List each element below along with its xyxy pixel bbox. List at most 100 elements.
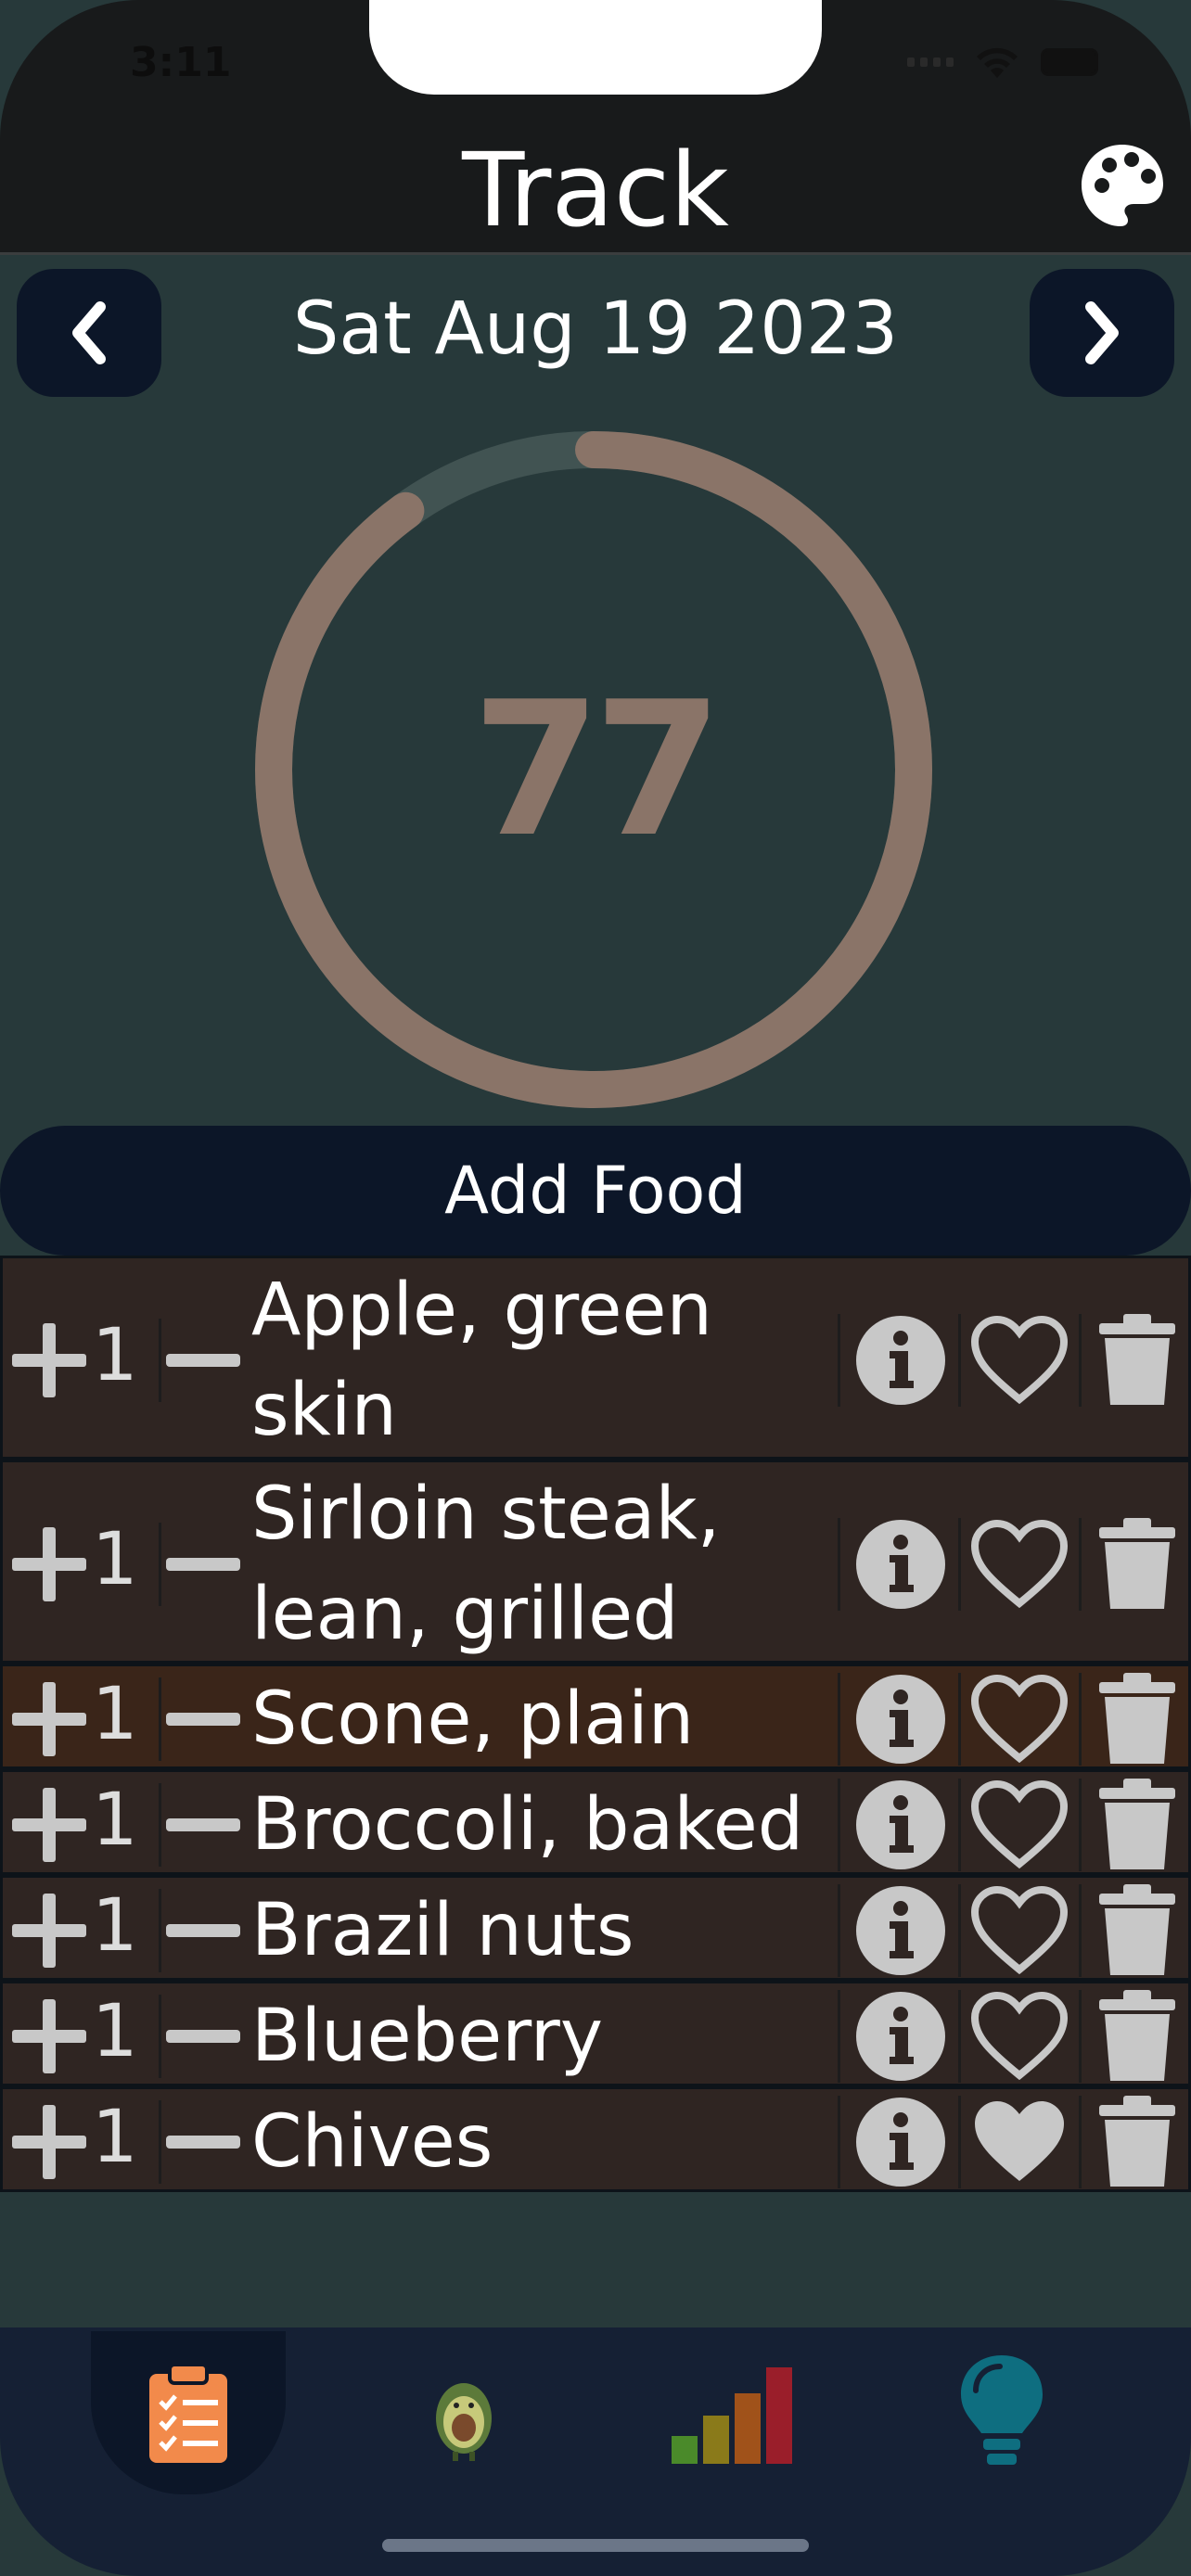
divider <box>1079 1990 1082 2083</box>
quantity-label: 1 <box>92 1314 138 1397</box>
home-indicator <box>382 2539 809 2552</box>
info-icon[interactable] <box>854 1990 947 2083</box>
divider <box>1079 1518 1082 1611</box>
heart-icon[interactable] <box>970 1519 1069 1609</box>
chevron-right-icon <box>1085 301 1119 364</box>
divider <box>159 1523 161 1606</box>
divider <box>159 1783 161 1867</box>
food-row: 1 Sirloin steak, lean, grilled <box>0 1460 1191 1664</box>
divider <box>958 1518 961 1611</box>
heart-icon[interactable] <box>970 1674 1069 1764</box>
divider <box>838 2096 840 2188</box>
divider <box>1079 2096 1082 2188</box>
add-food-button[interactable]: Add Food <box>0 1126 1191 1256</box>
heart-icon[interactable] <box>970 1991 1069 2081</box>
divider <box>838 1884 840 1977</box>
divider <box>958 2096 961 2188</box>
food-name: Chives <box>251 2100 493 2184</box>
heart-icon[interactable] <box>971 2098 1068 2187</box>
battery-icon <box>1041 48 1098 76</box>
bar-chart-icon <box>672 2367 792 2464</box>
signal-icon <box>907 57 954 67</box>
plus-icon[interactable] <box>12 1682 86 1756</box>
divider <box>1079 1673 1082 1766</box>
tab-foods[interactable] <box>371 2331 557 2498</box>
status-icons <box>907 45 1098 80</box>
divider <box>958 1673 961 1766</box>
minus-icon[interactable] <box>166 1558 240 1571</box>
food-row: 1 Scone, plain <box>0 1664 1191 1769</box>
quantity-label: 1 <box>92 2096 138 2179</box>
quantity-label: 1 <box>92 1518 138 1601</box>
quantity-label: 1 <box>92 1884 138 1968</box>
trash-icon[interactable] <box>1097 2096 1177 2188</box>
minus-icon[interactable] <box>166 1713 240 1726</box>
minus-icon[interactable] <box>166 2030 240 2043</box>
plus-icon[interactable] <box>12 1999 86 2073</box>
score-value: 77 <box>471 661 723 878</box>
info-icon[interactable] <box>854 1884 947 1977</box>
plus-icon[interactable] <box>12 1788 86 1862</box>
heart-icon[interactable] <box>970 1885 1069 1975</box>
food-name: Brazil nuts <box>251 1889 634 1972</box>
heart-icon[interactable] <box>970 1779 1069 1869</box>
food-row: 1 Blueberry <box>0 1981 1191 2086</box>
tab-stats[interactable] <box>638 2331 824 2498</box>
divider <box>838 1990 840 2083</box>
divider <box>838 1779 840 1871</box>
quantity-label: 1 <box>92 1779 138 1862</box>
food-name: Apple, green skin <box>251 1269 712 1452</box>
trash-icon[interactable] <box>1097 1314 1177 1407</box>
divider <box>1079 1884 1082 1977</box>
minus-icon[interactable] <box>166 2136 240 2149</box>
palette-icon[interactable] <box>1076 139 1169 232</box>
info-icon[interactable] <box>854 2096 947 2188</box>
food-name: Scone, plain <box>251 1677 695 1761</box>
divider <box>1079 1779 1082 1871</box>
next-day-button[interactable] <box>1030 269 1174 397</box>
divider <box>159 1889 161 1972</box>
trash-icon[interactable] <box>1097 1673 1177 1766</box>
divider <box>958 1314 961 1407</box>
screen: 3:11 Track Sat Aug 19 2023 77 Add Food 1… <box>0 0 1191 2576</box>
minus-icon[interactable] <box>166 1818 240 1831</box>
food-row: 1 Brazil nuts <box>0 1875 1191 1981</box>
tab-tips[interactable] <box>909 2331 1095 2498</box>
clipboard-icon <box>149 2363 227 2463</box>
quantity-label: 1 <box>92 1673 138 1756</box>
minus-icon[interactable] <box>166 1924 240 1937</box>
plus-icon[interactable] <box>12 1323 86 1397</box>
divider <box>958 1990 961 2083</box>
avocado-icon <box>436 2383 492 2461</box>
food-row: 1 Apple, green skin <box>0 1256 1191 1460</box>
plus-icon[interactable] <box>12 2105 86 2179</box>
divider <box>159 1995 161 2078</box>
divider <box>838 1673 840 1766</box>
food-name: Broccoli, baked <box>251 1783 804 1867</box>
wifi-icon <box>977 47 1018 78</box>
divider <box>958 1779 961 1871</box>
plus-icon[interactable] <box>12 1527 86 1601</box>
divider <box>159 2100 161 2184</box>
info-icon[interactable] <box>854 1314 947 1407</box>
trash-icon[interactable] <box>1097 1518 1177 1611</box>
food-name: Blueberry <box>251 1995 604 2078</box>
minus-icon[interactable] <box>166 1354 240 1367</box>
status-time: 3:11 <box>130 39 232 86</box>
info-icon[interactable] <box>854 1673 947 1766</box>
divider <box>958 1884 961 1977</box>
lightbulb-icon <box>961 2355 1043 2465</box>
heart-icon[interactable] <box>970 1315 1069 1405</box>
divider <box>838 1314 840 1407</box>
food-row: 1 Broccoli, baked <box>0 1769 1191 1875</box>
food-row: 1 Chives <box>0 2086 1191 2192</box>
plus-icon[interactable] <box>12 1894 86 1968</box>
header-divider <box>0 252 1191 255</box>
trash-icon[interactable] <box>1097 1779 1177 1871</box>
info-icon[interactable] <box>854 1518 947 1611</box>
info-icon[interactable] <box>854 1779 947 1871</box>
trash-icon[interactable] <box>1097 1990 1177 2083</box>
quantity-label: 1 <box>92 1990 138 2073</box>
divider <box>1079 1314 1082 1407</box>
trash-icon[interactable] <box>1097 1884 1177 1977</box>
